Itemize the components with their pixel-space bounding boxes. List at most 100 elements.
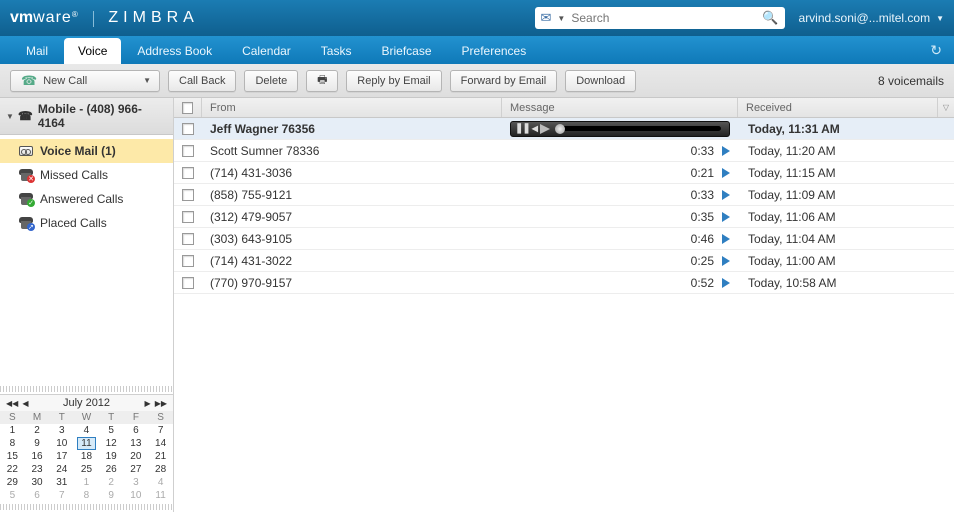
cal-day[interactable]: 18	[74, 450, 99, 463]
voicemail-row[interactable]: Jeff Wagner 76356❚❚◀Today, 11:31 AM	[174, 118, 954, 140]
row-checkbox[interactable]	[182, 189, 194, 201]
voicemail-row[interactable]: (714) 431-30360:21Today, 11:15 AM	[174, 162, 954, 184]
cal-day[interactable]: 25	[74, 463, 99, 476]
cal-day[interactable]: 26	[99, 463, 124, 476]
cal-day[interactable]: 3	[49, 424, 74, 437]
cal-day[interactable]: 2	[99, 476, 124, 489]
tab-preferences[interactable]: Preferences	[448, 38, 541, 64]
cal-day[interactable]: 12	[99, 437, 124, 450]
pause-icon[interactable]: ❚❚	[515, 123, 530, 134]
search-input[interactable]	[571, 11, 762, 25]
tab-calendar[interactable]: Calendar	[228, 38, 305, 64]
search-scope-dropdown-icon[interactable]: ▼	[557, 14, 565, 23]
cal-day[interactable]: 13	[124, 437, 149, 450]
cal-day[interactable]: 9	[99, 489, 124, 502]
prev-icon[interactable]: ◀	[532, 124, 538, 133]
play-icon[interactable]	[722, 256, 730, 266]
search-icon[interactable]: 🔍	[762, 10, 778, 26]
col-from[interactable]: From	[202, 98, 502, 117]
cal-day[interactable]: 15	[0, 450, 25, 463]
cal-day[interactable]: 29	[0, 476, 25, 489]
refresh-icon[interactable]: ↻	[930, 42, 942, 59]
volume-icon[interactable]	[540, 124, 550, 134]
cal-day[interactable]: 7	[49, 489, 74, 502]
seek-track[interactable]	[556, 126, 721, 131]
collapse-icon[interactable]: ▼	[6, 112, 14, 121]
user-menu[interactable]: arvind.soni@...mitel.com ▼	[799, 11, 944, 25]
play-icon[interactable]	[722, 278, 730, 288]
col-message[interactable]: Message	[502, 98, 738, 117]
row-checkbox[interactable]	[182, 277, 194, 289]
seek-knob[interactable]	[555, 124, 565, 134]
cal-day[interactable]: 22	[0, 463, 25, 476]
row-checkbox[interactable]	[182, 123, 194, 135]
cal-prev-month-icon[interactable]: ◀	[20, 399, 30, 408]
tab-address-book[interactable]: Address Book	[123, 38, 226, 64]
chevron-down-icon[interactable]: ▼	[143, 76, 151, 85]
search-box[interactable]: ✉ ▼ 🔍	[535, 7, 785, 29]
row-checkbox[interactable]	[182, 167, 194, 179]
sidebar-item-placed-calls[interactable]: ➚Placed Calls	[0, 211, 173, 235]
cal-day[interactable]: 4	[74, 424, 99, 437]
cal-day[interactable]: 1	[0, 424, 25, 437]
sidebar-item-answered-calls[interactable]: ✓Answered Calls	[0, 187, 173, 211]
forward-by-email-button[interactable]: Forward by Email	[450, 70, 558, 92]
voicemail-row[interactable]: (714) 431-30220:25Today, 11:00 AM	[174, 250, 954, 272]
cal-next-month-icon[interactable]: ▶	[143, 399, 153, 408]
delete-button[interactable]: Delete	[244, 70, 298, 92]
cal-day[interactable]: 17	[49, 450, 74, 463]
sidebar-item-missed-calls[interactable]: ✕Missed Calls	[0, 163, 173, 187]
voicemail-row[interactable]: (858) 755-91210:33Today, 11:09 AM	[174, 184, 954, 206]
download-button[interactable]: Download	[565, 70, 636, 92]
audio-player[interactable]: ❚❚◀	[510, 121, 730, 137]
tab-briefcase[interactable]: Briefcase	[367, 38, 445, 64]
cal-day[interactable]: 3	[124, 476, 149, 489]
row-checkbox[interactable]	[182, 233, 194, 245]
cal-day[interactable]: 19	[99, 450, 124, 463]
cal-day[interactable]: 1	[74, 476, 99, 489]
cal-day[interactable]: 8	[0, 437, 25, 450]
cal-prev-year-icon[interactable]: ◀◀	[4, 399, 20, 408]
cal-day[interactable]: 27	[124, 463, 149, 476]
cal-day[interactable]: 5	[99, 424, 124, 437]
cal-next-year-icon[interactable]: ▶▶	[153, 399, 169, 408]
cal-day[interactable]: 21	[148, 450, 173, 463]
cal-day[interactable]: 10	[49, 437, 74, 450]
cal-day[interactable]: 24	[49, 463, 74, 476]
sidebar-item-voice-mail-[interactable]: Voice Mail (1)	[0, 139, 173, 163]
cal-day[interactable]: 23	[25, 463, 50, 476]
cal-day[interactable]: 20	[124, 450, 149, 463]
play-icon[interactable]	[722, 212, 730, 222]
cal-day[interactable]: 11	[148, 489, 173, 502]
play-icon[interactable]	[722, 234, 730, 244]
tab-mail[interactable]: Mail	[12, 38, 62, 64]
cal-day[interactable]: 8	[74, 489, 99, 502]
mail-icon[interactable]: ✉	[541, 10, 552, 26]
select-all-checkbox[interactable]	[174, 98, 202, 117]
row-checkbox[interactable]	[182, 145, 194, 157]
play-icon[interactable]	[722, 146, 730, 156]
tab-tasks[interactable]: Tasks	[307, 38, 366, 64]
col-sort-icon[interactable]: ▽	[938, 98, 954, 117]
voicemail-row[interactable]: (303) 643-91050:46Today, 11:04 AM	[174, 228, 954, 250]
row-checkbox[interactable]	[182, 255, 194, 267]
cal-day[interactable]: 4	[148, 476, 173, 489]
cal-day[interactable]: 28	[148, 463, 173, 476]
phone-header[interactable]: ▼ ☎ Mobile - (408) 966-4164	[0, 98, 173, 135]
cal-day[interactable]: 5	[0, 489, 25, 502]
calendar-title[interactable]: July 2012	[63, 397, 110, 409]
cal-day[interactable]: 30	[25, 476, 50, 489]
cal-day[interactable]: 16	[25, 450, 50, 463]
cal-day[interactable]: 6	[25, 489, 50, 502]
col-received[interactable]: Received	[738, 98, 938, 117]
cal-day[interactable]: 7	[148, 424, 173, 437]
play-icon[interactable]	[722, 168, 730, 178]
cal-day[interactable]: 11	[74, 437, 99, 450]
voicemail-row[interactable]: (312) 479-90570:35Today, 11:06 AM	[174, 206, 954, 228]
cal-day[interactable]: 14	[148, 437, 173, 450]
tab-voice[interactable]: Voice	[64, 38, 121, 64]
print-button[interactable]: 🖶	[306, 70, 338, 92]
cal-day[interactable]: 10	[124, 489, 149, 502]
play-icon[interactable]	[722, 190, 730, 200]
voicemail-row[interactable]: Scott Sumner 783360:33Today, 11:20 AM	[174, 140, 954, 162]
